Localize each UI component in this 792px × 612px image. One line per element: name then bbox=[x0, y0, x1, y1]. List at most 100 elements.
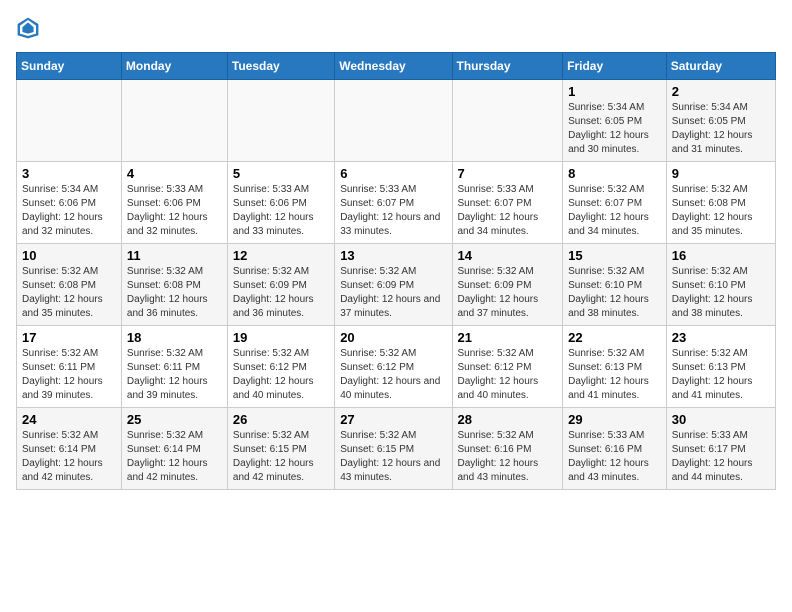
calendar-cell: 21 Sunrise: 5:32 AM Sunset: 6:12 PM Dayli… bbox=[452, 326, 563, 408]
day-info: Sunrise: 5:32 AM Sunset: 6:12 PM Dayligh… bbox=[233, 347, 329, 403]
calendar-cell: 6 Sunrise: 5:33 AM Sunset: 6:07 PM Daylig… bbox=[335, 162, 452, 244]
weekday-header-tuesday: Tuesday bbox=[227, 53, 334, 80]
calendar-cell: 3Sunrise: 5:34 AM Sunset: 6:06 PM Daylig… bbox=[17, 162, 122, 244]
day-info: Sunrise: 5:32 AM Sunset: 6:11 PM Dayligh… bbox=[127, 347, 222, 403]
day-info: Sunrise: 5:32 AM Sunset: 6:08 PM Dayligh… bbox=[672, 183, 770, 239]
day-number: 22 bbox=[568, 330, 661, 345]
weekday-header-row: SundayMondayTuesdayWednesdayThursdayFrid… bbox=[17, 53, 776, 80]
calendar-cell: 24 Sunrise: 5:32 AM Sunset: 6:14 PM Dayli… bbox=[17, 408, 122, 490]
week-row-3: 10 Sunrise: 5:32 AM Sunset: 6:08 PM Dayli… bbox=[17, 244, 776, 326]
weekday-header-sunday: Sunday bbox=[17, 53, 122, 80]
day-info: Sunrise: 5:32 AM Sunset: 6:12 PM Dayligh… bbox=[458, 347, 558, 403]
day-info: Sunrise: 5:32 AM Sunset: 6:09 PM Dayligh… bbox=[340, 265, 446, 321]
logo-icon bbox=[16, 16, 40, 40]
calendar-cell: 14 Sunrise: 5:32 AM Sunset: 6:09 PM Dayli… bbox=[452, 244, 563, 326]
day-info: Sunrise: 5:32 AM Sunset: 6:14 PM Dayligh… bbox=[22, 429, 116, 485]
day-number: 12 bbox=[233, 248, 329, 263]
day-number: 24 bbox=[22, 412, 116, 427]
calendar-cell: 7 Sunrise: 5:33 AM Sunset: 6:07 PM Daylig… bbox=[452, 162, 563, 244]
calendar-cell: 1Sunrise: 5:34 AM Sunset: 6:05 PM Daylig… bbox=[563, 80, 667, 162]
day-number: 25 bbox=[127, 412, 222, 427]
day-number: 3 bbox=[22, 166, 116, 181]
day-number: 15 bbox=[568, 248, 661, 263]
calendar-cell: 25 Sunrise: 5:32 AM Sunset: 6:14 PM Dayli… bbox=[121, 408, 227, 490]
week-row-2: 3Sunrise: 5:34 AM Sunset: 6:06 PM Daylig… bbox=[17, 162, 776, 244]
calendar-cell: 22 Sunrise: 5:32 AM Sunset: 6:13 PM Dayli… bbox=[563, 326, 667, 408]
day-info: Sunrise: 5:32 AM Sunset: 6:08 PM Dayligh… bbox=[22, 265, 116, 321]
day-number: 7 bbox=[458, 166, 558, 181]
day-number: 14 bbox=[458, 248, 558, 263]
day-number: 16 bbox=[672, 248, 770, 263]
day-number: 28 bbox=[458, 412, 558, 427]
calendar-cell: 26 Sunrise: 5:32 AM Sunset: 6:15 PM Dayli… bbox=[227, 408, 334, 490]
weekday-header-friday: Friday bbox=[563, 53, 667, 80]
day-number: 10 bbox=[22, 248, 116, 263]
day-info: Sunrise: 5:32 AM Sunset: 6:14 PM Dayligh… bbox=[127, 429, 222, 485]
calendar-cell: 18 Sunrise: 5:32 AM Sunset: 6:11 PM Dayli… bbox=[121, 326, 227, 408]
week-row-1: 1Sunrise: 5:34 AM Sunset: 6:05 PM Daylig… bbox=[17, 80, 776, 162]
week-row-4: 17 Sunrise: 5:32 AM Sunset: 6:11 PM Dayli… bbox=[17, 326, 776, 408]
calendar-cell: 15 Sunrise: 5:32 AM Sunset: 6:10 PM Dayli… bbox=[563, 244, 667, 326]
day-info: Sunrise: 5:32 AM Sunset: 6:15 PM Dayligh… bbox=[340, 429, 446, 485]
day-number: 17 bbox=[22, 330, 116, 345]
calendar-cell: 12 Sunrise: 5:32 AM Sunset: 6:09 PM Dayli… bbox=[227, 244, 334, 326]
day-number: 18 bbox=[127, 330, 222, 345]
day-info: Sunrise: 5:32 AM Sunset: 6:12 PM Dayligh… bbox=[340, 347, 446, 403]
day-number: 23 bbox=[672, 330, 770, 345]
day-number: 30 bbox=[672, 412, 770, 427]
calendar-cell: 4Sunrise: 5:33 AM Sunset: 6:06 PM Daylig… bbox=[121, 162, 227, 244]
calendar-cell: 13 Sunrise: 5:32 AM Sunset: 6:09 PM Dayli… bbox=[335, 244, 452, 326]
day-number: 8 bbox=[568, 166, 661, 181]
page-header bbox=[16, 16, 776, 40]
day-info: Sunrise: 5:32 AM Sunset: 6:15 PM Dayligh… bbox=[233, 429, 329, 485]
day-number: 21 bbox=[458, 330, 558, 345]
calendar-cell: 11 Sunrise: 5:32 AM Sunset: 6:08 PM Dayli… bbox=[121, 244, 227, 326]
calendar-cell: 9 Sunrise: 5:32 AM Sunset: 6:08 PM Daylig… bbox=[666, 162, 775, 244]
day-info: Sunrise: 5:32 AM Sunset: 6:09 PM Dayligh… bbox=[233, 265, 329, 321]
day-number: 5 bbox=[233, 166, 329, 181]
day-info: Sunrise: 5:32 AM Sunset: 6:13 PM Dayligh… bbox=[672, 347, 770, 403]
calendar-cell: 28 Sunrise: 5:32 AM Sunset: 6:16 PM Dayli… bbox=[452, 408, 563, 490]
day-number: 20 bbox=[340, 330, 446, 345]
day-info: Sunrise: 5:32 AM Sunset: 6:09 PM Dayligh… bbox=[458, 265, 558, 321]
day-info: Sunrise: 5:34 AM Sunset: 6:05 PM Dayligh… bbox=[672, 101, 770, 157]
day-number: 2 bbox=[672, 84, 770, 99]
day-info: Sunrise: 5:32 AM Sunset: 6:13 PM Dayligh… bbox=[568, 347, 661, 403]
calendar-cell: 23 Sunrise: 5:32 AM Sunset: 6:13 PM Dayli… bbox=[666, 326, 775, 408]
day-number: 27 bbox=[340, 412, 446, 427]
day-number: 11 bbox=[127, 248, 222, 263]
day-info: Sunrise: 5:34 AM Sunset: 6:05 PM Dayligh… bbox=[568, 101, 661, 157]
day-info: Sunrise: 5:33 AM Sunset: 6:06 PM Dayligh… bbox=[127, 183, 222, 239]
calendar-cell: 20 Sunrise: 5:32 AM Sunset: 6:12 PM Dayli… bbox=[335, 326, 452, 408]
weekday-header-thursday: Thursday bbox=[452, 53, 563, 80]
day-info: Sunrise: 5:32 AM Sunset: 6:07 PM Dayligh… bbox=[568, 183, 661, 239]
calendar-cell: 29Sunrise: 5:33 AM Sunset: 6:16 PM Dayli… bbox=[563, 408, 667, 490]
day-number: 13 bbox=[340, 248, 446, 263]
day-info: Sunrise: 5:32 AM Sunset: 6:10 PM Dayligh… bbox=[568, 265, 661, 321]
calendar-cell bbox=[452, 80, 563, 162]
calendar-cell: 10 Sunrise: 5:32 AM Sunset: 6:08 PM Dayli… bbox=[17, 244, 122, 326]
logo bbox=[16, 16, 48, 40]
calendar-cell: 8 Sunrise: 5:32 AM Sunset: 6:07 PM Daylig… bbox=[563, 162, 667, 244]
weekday-header-monday: Monday bbox=[121, 53, 227, 80]
day-number: 9 bbox=[672, 166, 770, 181]
day-number: 6 bbox=[340, 166, 446, 181]
calendar-cell: 2 Sunrise: 5:34 AM Sunset: 6:05 PM Daylig… bbox=[666, 80, 775, 162]
day-info: Sunrise: 5:33 AM Sunset: 6:07 PM Dayligh… bbox=[340, 183, 446, 239]
day-info: Sunrise: 5:32 AM Sunset: 6:10 PM Dayligh… bbox=[672, 265, 770, 321]
day-info: Sunrise: 5:33 AM Sunset: 6:06 PM Dayligh… bbox=[233, 183, 329, 239]
day-info: Sunrise: 5:32 AM Sunset: 6:16 PM Dayligh… bbox=[458, 429, 558, 485]
calendar-cell bbox=[121, 80, 227, 162]
day-number: 29 bbox=[568, 412, 661, 427]
calendar-cell: 17Sunrise: 5:32 AM Sunset: 6:11 PM Dayli… bbox=[17, 326, 122, 408]
calendar-cell: 19 Sunrise: 5:32 AM Sunset: 6:12 PM Dayli… bbox=[227, 326, 334, 408]
day-info: Sunrise: 5:33 AM Sunset: 6:07 PM Dayligh… bbox=[458, 183, 558, 239]
calendar-cell bbox=[17, 80, 122, 162]
day-info: Sunrise: 5:32 AM Sunset: 6:08 PM Dayligh… bbox=[127, 265, 222, 321]
weekday-header-wednesday: Wednesday bbox=[335, 53, 452, 80]
day-number: 19 bbox=[233, 330, 329, 345]
calendar-cell: 16 Sunrise: 5:32 AM Sunset: 6:10 PM Dayli… bbox=[666, 244, 775, 326]
calendar-cell bbox=[227, 80, 334, 162]
day-number: 26 bbox=[233, 412, 329, 427]
calendar-cell: 30Sunrise: 5:33 AM Sunset: 6:17 PM Dayli… bbox=[666, 408, 775, 490]
